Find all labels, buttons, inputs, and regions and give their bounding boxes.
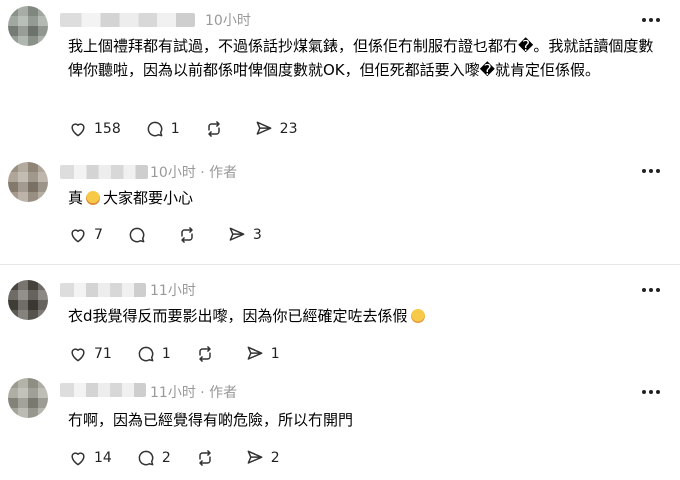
post-4: 11小时 · 作者 冇啊，因為已經覺得有啲危險，所以冇開門 14 2 2 xyxy=(0,372,680,480)
reply-button[interactable]: 2 xyxy=(136,448,171,468)
relieved-face-icon xyxy=(410,309,425,323)
share-count: 1 xyxy=(270,346,280,362)
send-icon xyxy=(247,346,263,360)
repost-icon xyxy=(181,227,193,243)
send-icon xyxy=(247,450,263,464)
divider xyxy=(0,264,680,265)
post-1: 10小时 我上個禮拜都有試過，不過係話抄煤氣錶，但係佢冇制服冇證乜都冇�。我就話… xyxy=(0,0,680,160)
reply-count: 2 xyxy=(161,450,171,466)
body-text: 大家都要小心 xyxy=(103,189,194,207)
author-name[interactable] xyxy=(60,283,146,297)
repost-button[interactable] xyxy=(195,344,221,364)
avatar[interactable] xyxy=(8,6,48,46)
more-icon[interactable] xyxy=(642,17,660,23)
repost-icon xyxy=(207,121,220,137)
repost-button[interactable] xyxy=(195,448,221,468)
like-button[interactable]: 14 xyxy=(68,448,112,468)
heart-icon xyxy=(71,123,85,137)
comment-icon xyxy=(138,346,154,362)
like-button[interactable]: 158 xyxy=(68,119,121,139)
share-button[interactable]: 23 xyxy=(254,119,298,139)
like-count: 158 xyxy=(94,121,121,137)
comment-icon xyxy=(147,121,163,137)
share-count: 23 xyxy=(279,121,298,137)
like-button[interactable]: 7 xyxy=(68,225,103,245)
repost-button[interactable] xyxy=(177,225,203,245)
more-icon[interactable] xyxy=(642,389,660,395)
repost-button[interactable] xyxy=(204,119,230,139)
post-timestamp: 10小时 xyxy=(205,13,251,29)
post-body: 我上個禮拜都有試過，不過係話抄煤氣錶，但係佢冇制服冇證乜都冇�。我就話讀個度數俾… xyxy=(68,37,654,79)
repost-icon xyxy=(199,346,211,362)
share-button[interactable]: 3 xyxy=(227,225,262,245)
share-button[interactable]: 2 xyxy=(245,448,280,468)
share-button[interactable]: 1 xyxy=(245,344,280,364)
post-timestamp: 11小时 · 作者 xyxy=(150,385,238,401)
post-actions: 7 3 xyxy=(68,225,286,245)
post-body: 冇啊，因為已經覺得有啲危險，所以冇開門 xyxy=(68,411,354,429)
post-2: 10小时 · 作者 真 大家都要小心 7 3 xyxy=(0,160,680,265)
comment-icon xyxy=(129,227,145,243)
more-icon[interactable] xyxy=(642,168,660,174)
repost-icon xyxy=(199,450,211,466)
like-count: 14 xyxy=(94,450,112,466)
share-count: 3 xyxy=(252,227,262,243)
like-count: 71 xyxy=(94,346,112,362)
post-3: 11小时 衣d我覺得反而要影出嚟，因為你已經確定咗去係假 71 1 1 xyxy=(0,270,680,370)
post-actions: 14 2 2 xyxy=(68,448,304,468)
body-text: 真 xyxy=(68,189,84,207)
more-icon[interactable] xyxy=(642,287,660,293)
avatar[interactable] xyxy=(8,378,48,418)
crying-face-icon xyxy=(86,191,101,205)
heart-icon xyxy=(71,348,85,362)
avatar[interactable] xyxy=(8,162,48,202)
send-icon xyxy=(256,121,272,135)
reply-button[interactable] xyxy=(127,225,153,245)
post-actions: 71 1 1 xyxy=(68,344,304,364)
post-actions: 158 1 23 xyxy=(68,119,321,139)
reply-button[interactable]: 1 xyxy=(136,344,171,364)
body-text: 衣d我覺得反而要影出嚟，因為你已經確定咗去係假 xyxy=(68,307,408,325)
post-body: 真 大家都要小心 xyxy=(68,186,193,210)
heart-icon xyxy=(71,452,85,466)
post-body: 衣d我覺得反而要影出嚟，因為你已經確定咗去係假 xyxy=(68,304,428,328)
author-name[interactable] xyxy=(60,13,195,27)
comment-icon xyxy=(138,450,154,466)
author-name[interactable] xyxy=(60,165,148,179)
post-timestamp: 11小时 xyxy=(150,283,196,299)
author-name[interactable] xyxy=(60,383,146,397)
like-count: 7 xyxy=(94,227,103,243)
heart-icon xyxy=(71,229,85,243)
share-count: 2 xyxy=(270,450,280,466)
like-button[interactable]: 71 xyxy=(68,344,112,364)
reply-count: 1 xyxy=(161,346,171,362)
post-timestamp: 10小时 · 作者 xyxy=(150,165,238,181)
reply-count: 1 xyxy=(170,121,180,137)
reply-button[interactable]: 1 xyxy=(145,119,180,139)
send-icon xyxy=(229,227,245,241)
avatar[interactable] xyxy=(8,280,48,320)
